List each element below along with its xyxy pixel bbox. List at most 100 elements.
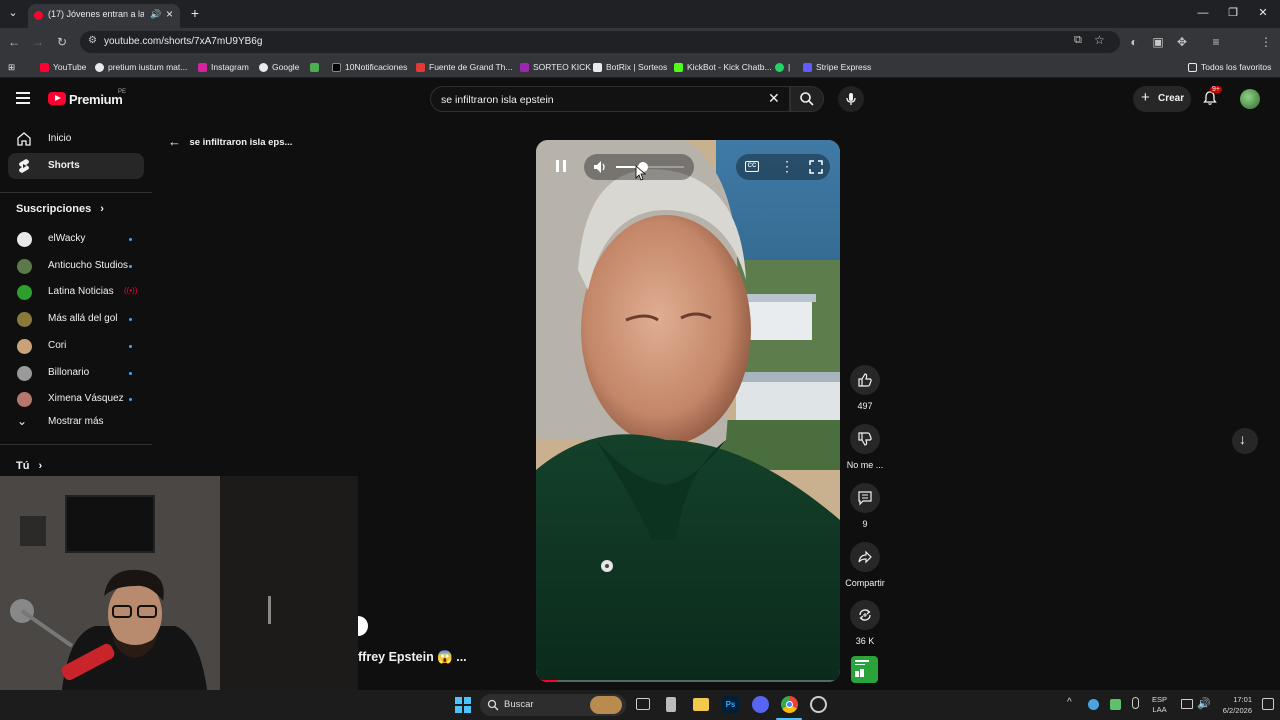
bookmark-whatsapp[interactable]: | [775,60,790,74]
youtube-logo-icon[interactable] [48,92,66,105]
voice-search-button[interactable] [838,86,864,112]
hamburger-menu-icon[interactable] [16,92,30,104]
subscriptions-heading[interactable]: Suscripciones › [16,203,104,215]
network-icon[interactable] [1181,699,1193,709]
share-button[interactable] [850,542,880,572]
notifications-button[interactable]: 9+ [1202,86,1222,108]
chrome-icon[interactable] [781,696,798,713]
bookmark-fuente[interactable]: Fuente de Grand Th... [416,60,512,74]
like-button[interactable] [850,365,880,395]
bookmark-star-icon[interactable]: ☆ [1094,33,1105,47]
subscription-item[interactable]: Billonario [8,360,144,386]
like-action[interactable]: 497 [848,365,882,411]
address-bar[interactable]: ⚙ youtube.com/shorts/7xA7mU9YB6g ⧉ ☆ [80,31,1120,53]
bookmark-pinwheel[interactable] [310,60,319,74]
channel-avatar-thumbnail[interactable] [851,656,878,683]
browser-nav-bar: ← → ↻ ⚙ youtube.com/shorts/7xA7mU9YB6g ⧉… [0,28,1280,77]
bookmark-sorteo-kick[interactable]: SORTEO KICK [520,60,591,74]
site-info-icon[interactable]: ⚙ [88,35,97,46]
new-content-dot [129,238,132,241]
next-short-button[interactable]: ↓ [1232,428,1258,454]
video-frame-image [536,140,840,682]
home-icon [17,132,31,146]
youtube-icon [40,62,49,72]
microphone-icon[interactable] [1132,697,1139,709]
comments-action[interactable]: 9 [848,483,882,529]
bookmark-stripe[interactable]: Stripe Express [803,60,871,74]
tab-active[interactable]: (17) Jóvenes entran a la isla 🔊 × [28,4,180,28]
photoshop-icon[interactable]: Ps [722,696,739,713]
new-tab-icon[interactable]: + [188,6,202,20]
fullscreen-icon[interactable] [809,160,823,174]
share-icon [858,550,872,564]
minimize-icon[interactable]: — [1196,6,1210,20]
comments-button[interactable] [850,483,880,513]
windows-start-icon[interactable] [455,697,471,713]
tray-chevron-icon[interactable]: ^ [1067,697,1072,708]
bookmark-kickbot[interactable]: KickBot - Kick Chatb... [674,60,772,74]
subscription-item[interactable]: Anticucho Studios [8,253,144,279]
back-to-search[interactable]: ← se infiltraron isla eps... [168,133,292,149]
dislike-button[interactable] [850,424,880,454]
you-heading[interactable]: Tú › [16,460,42,472]
forward-icon[interactable]: → [30,34,46,50]
bookmark-google[interactable]: Google [259,60,299,74]
bookmark-instagram[interactable]: Instagram [198,60,249,74]
file-explorer-icon[interactable] [693,698,709,711]
back-icon[interactable]: ← [6,34,22,50]
search-input[interactable]: se infiltraron isla epstein ✕ [430,86,790,112]
app-icon[interactable] [666,697,676,712]
bookmark-youtube[interactable]: YouTube [40,60,86,74]
remix-button[interactable] [850,600,880,630]
clear-search-icon[interactable]: ✕ [768,90,780,107]
dislike-action[interactable]: No me ... [842,424,888,470]
remix-action[interactable]: 36 K [848,600,882,646]
sidebar-item-shorts[interactable]: Shorts [8,153,144,179]
subscription-item[interactable]: Cori [8,333,144,359]
tab-search-icon[interactable]: ⌄ [6,6,20,20]
extension-2-icon[interactable]: ▣ [1150,34,1166,50]
more-options-icon[interactable]: ⋮ [780,158,794,175]
reload-icon[interactable]: ↻ [54,34,70,50]
install-icon[interactable]: ⧉ [1074,34,1082,47]
discord-icon[interactable] [752,696,769,713]
tray-app-icon[interactable] [1088,699,1099,710]
clock[interactable]: 17:01 6/2/2026 [1216,694,1252,716]
account-avatar[interactable] [1240,89,1260,109]
show-more-button[interactable]: ⌄ Mostrar más [8,409,144,435]
channel-avatar-partial[interactable] [358,616,368,636]
bookmark-botrix[interactable]: BotRix | Sorteos [593,60,667,74]
youtube-premium-logo[interactable]: Premium [69,92,123,107]
tray-app-2-icon[interactable] [1110,699,1121,710]
speaker-icon[interactable]: 🔊 [1197,697,1211,710]
short-video-player[interactable]: CC ⋮ [536,140,840,682]
task-view-icon[interactable] [636,698,650,710]
create-button[interactable]: + Crear [1133,86,1191,112]
captions-icon[interactable]: CC [745,161,759,172]
subscription-label: Billonario [48,366,90,378]
language-indicator[interactable]: ESP LAA [1152,695,1167,715]
close-tab-icon[interactable]: × [166,7,173,21]
subscription-item[interactable]: elWacky [8,226,144,252]
restore-icon[interactable]: ❐ [1226,6,1240,20]
search-button[interactable] [790,86,824,112]
share-action[interactable]: Compartir [840,542,890,588]
notification-center-icon[interactable] [1262,698,1274,710]
apps-grid-icon[interactable]: ⊞ [8,60,15,74]
taskbar-search[interactable]: Buscar [480,694,626,716]
all-bookmarks[interactable]: Todos los favoritos [1188,60,1271,74]
bookmark-x[interactable]: 10Notificaciones [332,60,407,74]
close-window-icon[interactable]: ✕ [1256,6,1270,20]
subscription-item[interactable]: Más allá del gol [8,306,144,332]
pause-button[interactable] [550,155,572,177]
extensions-puzzle-icon[interactable]: ✥ [1174,34,1190,50]
extension-icon[interactable]: ◐ [1126,34,1142,50]
subscription-item[interactable]: Latina Noticias ((•)) [8,279,144,305]
menu-dots-icon[interactable]: ⋮ [1258,34,1274,50]
video-progress-bar[interactable] [536,680,840,682]
sidebar-item-inicio[interactable]: Inicio [8,126,144,152]
volume-slider[interactable] [616,162,684,172]
app-icon-2[interactable] [810,696,827,713]
media-control-icon[interactable]: ≡ [1208,34,1224,50]
bookmark-pretium[interactable]: pretium iustum mat... [95,60,187,74]
